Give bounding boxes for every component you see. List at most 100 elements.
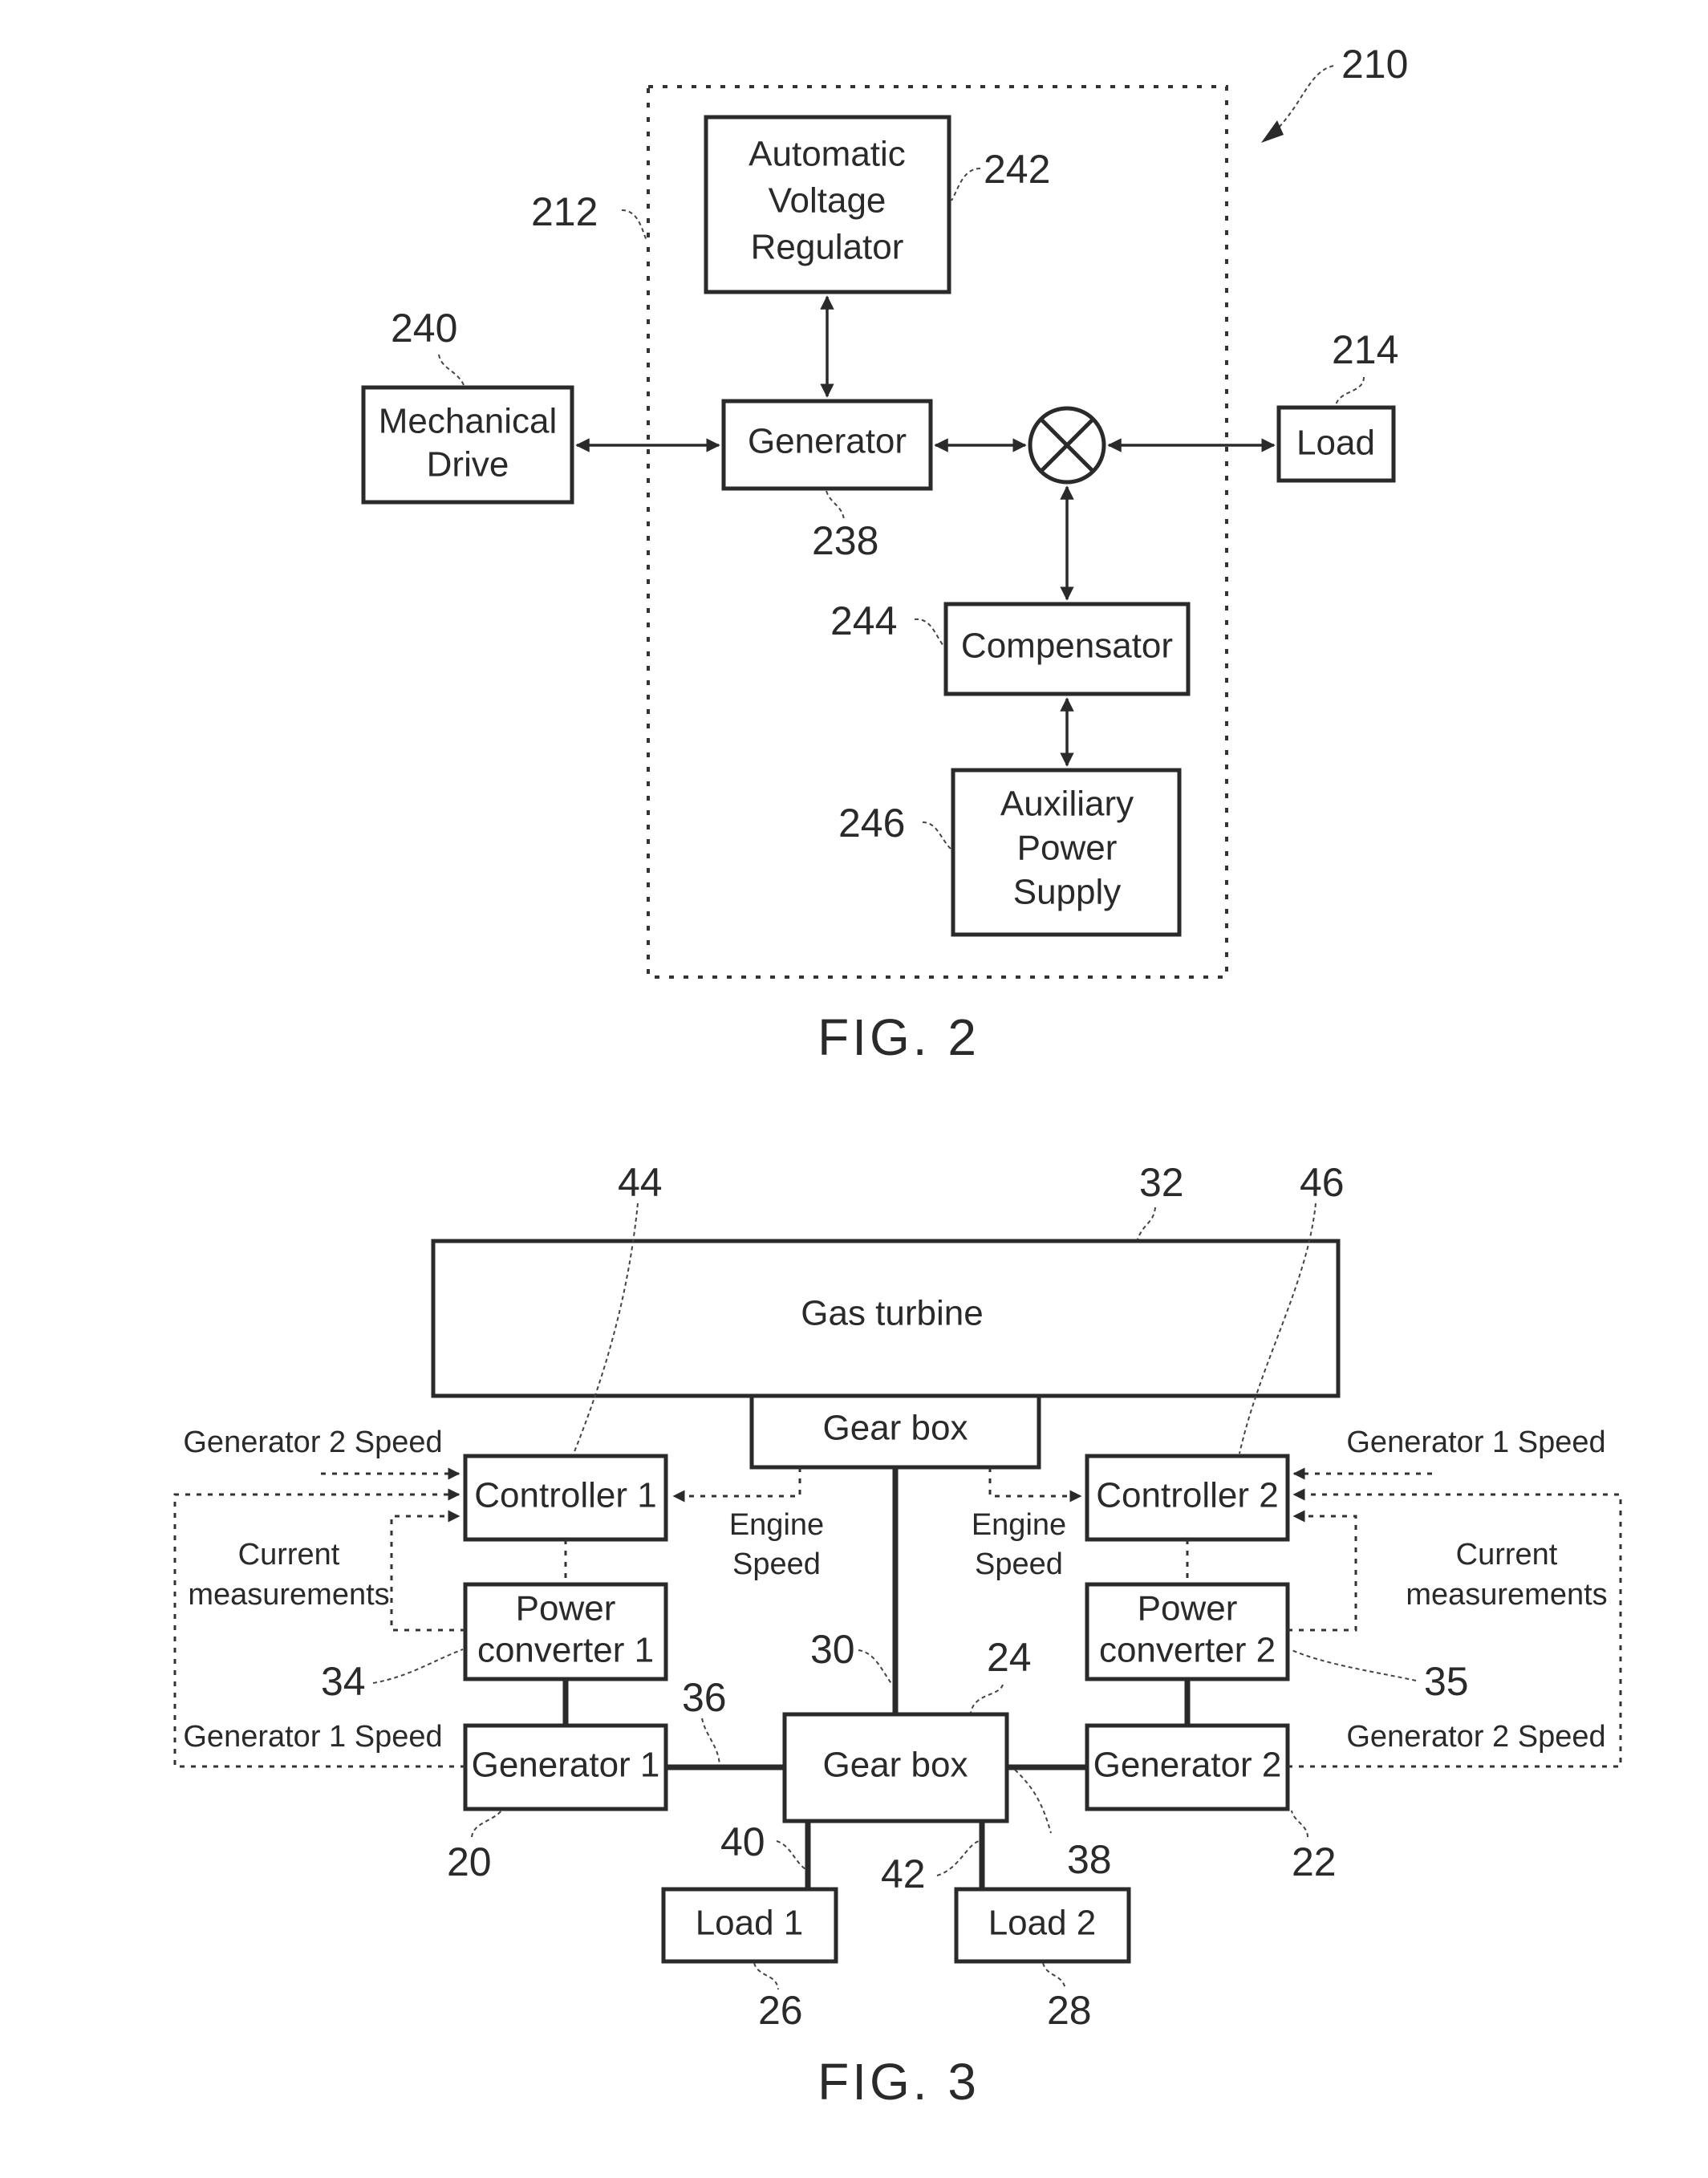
engine-speed-left-line1: Engine (729, 1508, 824, 1542)
ref-238-leader (826, 490, 845, 521)
engine-speed-left-line2: Speed (732, 1547, 821, 1581)
block-generator: Generator (721, 399, 933, 491)
ref-210: 210 (1341, 42, 1408, 87)
ref-210-arrowhead-icon (1261, 120, 1284, 143)
aux-power-label-line2: Power (1017, 829, 1118, 868)
gas-turbine-label: Gas turbine (801, 1294, 983, 1333)
figure-3-caption: FIG. 3 (817, 2053, 980, 2111)
mechanical-drive-label-line2: Drive (427, 445, 509, 485)
avr-label-line3: Regulator (751, 228, 904, 267)
current-meas-right-line1: Current (1456, 1538, 1558, 1572)
generator-2-label: Generator 2 (1093, 1746, 1282, 1785)
engine-speed-signal-left (672, 1467, 801, 1503)
engine-speed-right-line1: Engine (972, 1508, 1066, 1542)
ref-28-leader (1042, 1962, 1066, 1990)
figure-2: Automatic Voltage Regulator Mechanical D… (361, 42, 1408, 1066)
ref-242-leader (951, 168, 981, 201)
ref-26: 26 (758, 1988, 803, 2033)
block-top-gearbox: Gear box (749, 1393, 1041, 1470)
power-converter-2-label-line1: Power (1138, 1589, 1238, 1628)
ref-46: 46 (1300, 1160, 1345, 1205)
ref-212: 212 (531, 189, 598, 234)
ref-20: 20 (447, 1839, 492, 1884)
block-controller-2: Controller 2 (1085, 1454, 1290, 1542)
generator-label: Generator (748, 422, 907, 461)
current-meas-left-line2: measurements (188, 1578, 389, 1612)
controller-2-label: Controller 2 (1096, 1476, 1278, 1515)
aux-power-label-line1: Auxiliary (1000, 785, 1134, 824)
aux-power-label-line3: Supply (1013, 873, 1122, 912)
ref-38-leader (1014, 1769, 1052, 1834)
ref-246: 246 (838, 801, 905, 846)
ref-44: 44 (618, 1160, 663, 1205)
current-meas-to-controller-2 (1288, 1510, 1357, 1632)
ref-40: 40 (720, 1819, 765, 1864)
block-load: Load (1276, 405, 1396, 483)
ref-214-leader (1335, 376, 1365, 406)
ref-35-leader (1289, 1649, 1417, 1681)
ref-244-leader (914, 618, 944, 647)
ref-38: 38 (1067, 1837, 1112, 1882)
block-power-converter-1: Power converter 1 (463, 1582, 668, 1681)
avr-label-line1: Automatic (749, 135, 906, 174)
ref-20-leader (471, 1810, 502, 1838)
load-label: Load (1296, 424, 1375, 463)
ref-210-leader (1271, 65, 1334, 136)
ref-36-leader (701, 1718, 720, 1766)
ref-246-leader (922, 821, 951, 850)
patent-drawing-sheet: Automatic Voltage Regulator Mechanical D… (173, 42, 1622, 2111)
current-meas-left-line1: Current (238, 1538, 340, 1572)
ref-30-leader (858, 1649, 893, 1685)
mechanical-drive-label-line1: Mechanical (379, 402, 558, 441)
ref-242: 242 (984, 147, 1050, 192)
ref-42: 42 (881, 1852, 926, 1896)
ref-32-leader (1137, 1207, 1156, 1240)
block-gas-turbine: Gas turbine (431, 1239, 1341, 1398)
gen2-speed-label-right: Generator 2 Speed (1346, 1720, 1605, 1754)
ref-22: 22 (1292, 1839, 1337, 1884)
block-load-1: Load 1 (661, 1887, 838, 1964)
gearbox-label: Gear box (823, 1746, 968, 1785)
gen1-speed-label-left: Generator 1 Speed (183, 1720, 442, 1754)
ref-24-leader (970, 1684, 1004, 1714)
ref-36: 36 (682, 1675, 727, 1720)
block-mechanical-drive: Mechanical Drive (361, 385, 574, 505)
load-2-label: Load 2 (988, 1904, 1097, 1943)
engine-speed-right-line2: Speed (975, 1547, 1063, 1581)
ref-22-leader (1291, 1810, 1308, 1838)
avr-label-line2: Voltage (769, 181, 886, 221)
ref-42-leader (936, 1840, 980, 1876)
ref-240: 240 (391, 306, 457, 351)
ref-214: 214 (1332, 327, 1398, 372)
ref-238: 238 (812, 518, 878, 563)
ref-28: 28 (1047, 1988, 1092, 2033)
block-load-2: Load 2 (954, 1887, 1131, 1964)
ref-244: 244 (830, 598, 897, 643)
load-1-label: Load 1 (696, 1904, 804, 1943)
ref-240-leader (438, 354, 465, 386)
ref-212-leader (621, 209, 647, 241)
power-converter-1-label-line2: converter 1 (477, 1631, 654, 1670)
block-compensator: Compensator (943, 602, 1191, 696)
block-automatic-voltage-regulator: Automatic Voltage Regulator (704, 115, 951, 294)
power-converter-1-label-line1: Power (516, 1589, 616, 1628)
generator-1-label: Generator 1 (472, 1746, 660, 1785)
block-controller-1: Controller 1 (463, 1454, 668, 1542)
controller-1-label: Controller 1 (474, 1476, 656, 1515)
current-meas-right-line2: measurements (1406, 1578, 1607, 1612)
gen1-speed-label-right: Generator 1 Speed (1346, 1426, 1605, 1459)
ref-34-leader (372, 1649, 464, 1684)
ref-26-leader (753, 1962, 779, 1990)
top-gearbox-label: Gear box (823, 1409, 968, 1448)
power-converter-2-label-line2: converter 2 (1099, 1631, 1276, 1670)
block-auxiliary-power-supply: Auxiliary Power Supply (951, 768, 1182, 937)
block-generator-2: Generator 2 (1085, 1723, 1290, 1811)
figure-2-caption: FIG. 2 (817, 1008, 980, 1066)
ref-35: 35 (1424, 1659, 1469, 1704)
ref-24: 24 (987, 1635, 1032, 1680)
ref-30: 30 (810, 1627, 855, 1672)
engine-speed-signal-right (988, 1467, 1082, 1503)
current-meas-to-controller-1 (390, 1510, 465, 1632)
ref-34: 34 (321, 1659, 366, 1704)
block-power-converter-2: Power converter 2 (1085, 1582, 1290, 1681)
